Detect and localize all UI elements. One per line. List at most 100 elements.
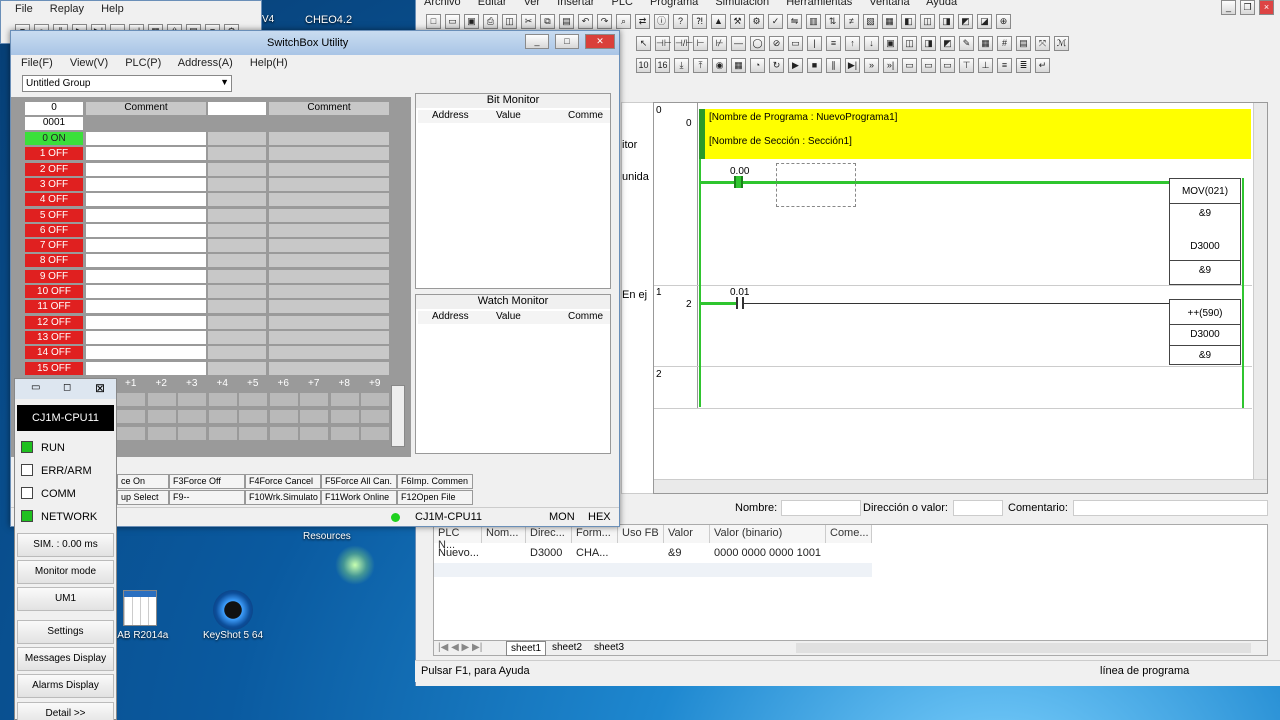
watch-col-header[interactable]: Valor <box>664 525 710 543</box>
word-cell[interactable] <box>117 427 145 440</box>
monitor-icon[interactable]: ▥ <box>806 14 821 29</box>
menu-address[interactable]: Address(A) <box>178 57 233 69</box>
cx-menu-insertar[interactable]: Insertar <box>557 0 594 8</box>
bit-comment-field[interactable] <box>86 147 206 161</box>
fkey-group-select[interactable]: up Select <box>117 490 169 505</box>
ladder-editor[interactable]: 0 0 1 2 2 [Nombre de Programa : NuevoPro… <box>653 102 1268 494</box>
watch-window[interactable]: PLC N... Nom... Direc... Form... Uso FB … <box>433 524 1268 656</box>
bit-comment-field[interactable] <box>86 239 206 253</box>
word-cell[interactable] <box>269 393 298 406</box>
transfer-icon[interactable]: ⇅ <box>825 14 840 29</box>
print-icon[interactable]: ⎙ <box>483 14 498 29</box>
tree-label[interactable]: unida <box>622 171 649 183</box>
bit-switch-2[interactable]: 2 OFF <box>25 162 83 176</box>
edge-down-icon[interactable]: ↓ <box>864 36 879 51</box>
menu-view[interactable]: View(V) <box>70 57 108 69</box>
sim-f-icon[interactable]: ≡ <box>997 58 1012 73</box>
word-cell[interactable] <box>147 410 176 423</box>
bit-switch-5[interactable]: 5 OFF <box>25 208 83 222</box>
sim-stop-icon[interactable]: ■ <box>807 58 822 73</box>
bit-switch-7[interactable]: 7 OFF <box>25 239 83 253</box>
contact-0-01[interactable] <box>736 297 744 309</box>
increment-instruction[interactable]: ++(590) D3000 &9 <box>1169 299 1241 365</box>
bit-switch-4[interactable]: 4 OFF <box>25 193 83 207</box>
watch-cell[interactable]: &9 <box>664 545 685 561</box>
sim-h-icon[interactable]: ↵ <box>1035 58 1050 73</box>
fb-icon[interactable]: ◫ <box>902 36 917 51</box>
bit-switch-0[interactable]: 0 ON <box>25 132 83 145</box>
ladder-vscroll[interactable] <box>1253 103 1267 479</box>
view-icon[interactable]: ◪ <box>977 14 992 29</box>
watch-cell[interactable]: CHA... <box>572 545 612 561</box>
coil-icon[interactable]: ◯ <box>750 36 765 51</box>
word-cell[interactable] <box>208 410 237 423</box>
messages-display-button[interactable]: Messages Display <box>17 647 114 671</box>
cx-menu-ventana[interactable]: Ventana <box>869 0 909 8</box>
select-icon[interactable]: ↖ <box>636 36 651 51</box>
bit-switch-8[interactable]: 8 OFF <box>25 254 83 268</box>
sheet-tab[interactable]: sheet3 <box>590 641 628 654</box>
word-cell[interactable] <box>330 410 359 423</box>
sim-16-icon[interactable]: 16 <box>655 58 670 73</box>
fkey-force-cancel[interactable]: F4Force Cancel <box>245 474 321 489</box>
bit-comment-field[interactable] <box>86 177 206 191</box>
sheet-nav[interactable]: |◀ ◀ ▶ ▶| <box>438 642 482 653</box>
mnemonic-icon[interactable]: ℳ <box>1054 36 1069 51</box>
word-cell[interactable] <box>330 393 359 406</box>
menu-file[interactable]: File <box>15 3 33 15</box>
word-cell[interactable] <box>300 393 328 406</box>
word-cell[interactable] <box>269 427 298 440</box>
col-value[interactable]: Value <box>496 311 521 322</box>
addr-icon[interactable]: # <box>997 36 1012 51</box>
replace-icon[interactable]: ⇄ <box>635 14 650 29</box>
paste-icon[interactable]: ▤ <box>559 14 574 29</box>
coil-not-icon[interactable]: ⊘ <box>769 36 784 51</box>
bit-switch-10[interactable]: 10 OFF <box>25 285 83 298</box>
sheet-hscroll[interactable] <box>796 643 1251 653</box>
desktop-top-icon-label[interactable]: CHEO4.2 <box>305 14 352 26</box>
edge-up-icon[interactable]: ↑ <box>845 36 860 51</box>
col-comment[interactable]: Comme <box>568 110 603 121</box>
watch-col-header[interactable]: Come... <box>826 525 872 543</box>
word-cell[interactable] <box>117 410 145 423</box>
word-cell[interactable] <box>178 410 206 423</box>
word-cell[interactable] <box>300 427 328 440</box>
close-icon[interactable]: × <box>1259 0 1274 15</box>
sim-g-icon[interactable]: ≣ <box>1016 58 1031 73</box>
compile-icon[interactable]: ⚙ <box>749 14 764 29</box>
sim-a-icon[interactable]: ▭ <box>902 58 917 73</box>
watch-col-header[interactable]: Direc... <box>526 525 572 543</box>
direccion-field[interactable] <box>953 500 1003 516</box>
fkey-work-online[interactable]: F11Work Online <box>321 490 397 505</box>
word-cell[interactable] <box>239 427 267 440</box>
nombre-field[interactable] <box>781 500 861 516</box>
bit-comment-field[interactable] <box>86 254 206 268</box>
word-cell[interactable] <box>208 393 237 406</box>
ladder-hscroll[interactable] <box>654 479 1267 493</box>
group-select[interactable]: Untitled Group ▼ <box>22 75 232 92</box>
scan-icon[interactable]: ↻ <box>769 58 784 73</box>
maximize-icon[interactable]: □ <box>555 34 579 49</box>
tree-label[interactable]: En ej <box>622 289 647 301</box>
zoom-icon[interactable]: ⊕ <box>996 14 1011 29</box>
symbol-icon[interactable]: ◩ <box>958 14 973 29</box>
alarms-display-button[interactable]: Alarms Display <box>17 674 114 698</box>
grid-vscroll[interactable] <box>391 385 405 447</box>
word-cell[interactable] <box>239 393 267 406</box>
sim-b-icon[interactable]: ▭ <box>921 58 936 73</box>
maximize-icon[interactable]: ◻ <box>63 382 71 393</box>
break-icon[interactable]: ◉ <box>712 58 727 73</box>
watch-cell[interactable]: 0000 0000 0000 1001 <box>710 545 825 561</box>
cx-menu-simulacion[interactable]: Simulación <box>715 0 769 8</box>
contact-nc-icon[interactable]: ⊣/⊢ <box>674 36 693 51</box>
save-icon[interactable]: ▣ <box>464 14 479 29</box>
watch-cell[interactable]: D3000 <box>526 545 566 561</box>
tree-label[interactable]: itor <box>622 139 637 151</box>
cx-menu-ver[interactable]: Ver <box>524 0 541 8</box>
word-cell[interactable] <box>239 410 267 423</box>
detail-button[interactable]: Detail >> <box>17 702 114 720</box>
fkey-f9[interactable]: F9-- <box>169 490 245 505</box>
cx-menu-archivo[interactable]: Archivo <box>424 0 461 8</box>
hline-icon[interactable]: — <box>731 36 746 51</box>
menu-file[interactable]: File(F) <box>21 57 53 69</box>
